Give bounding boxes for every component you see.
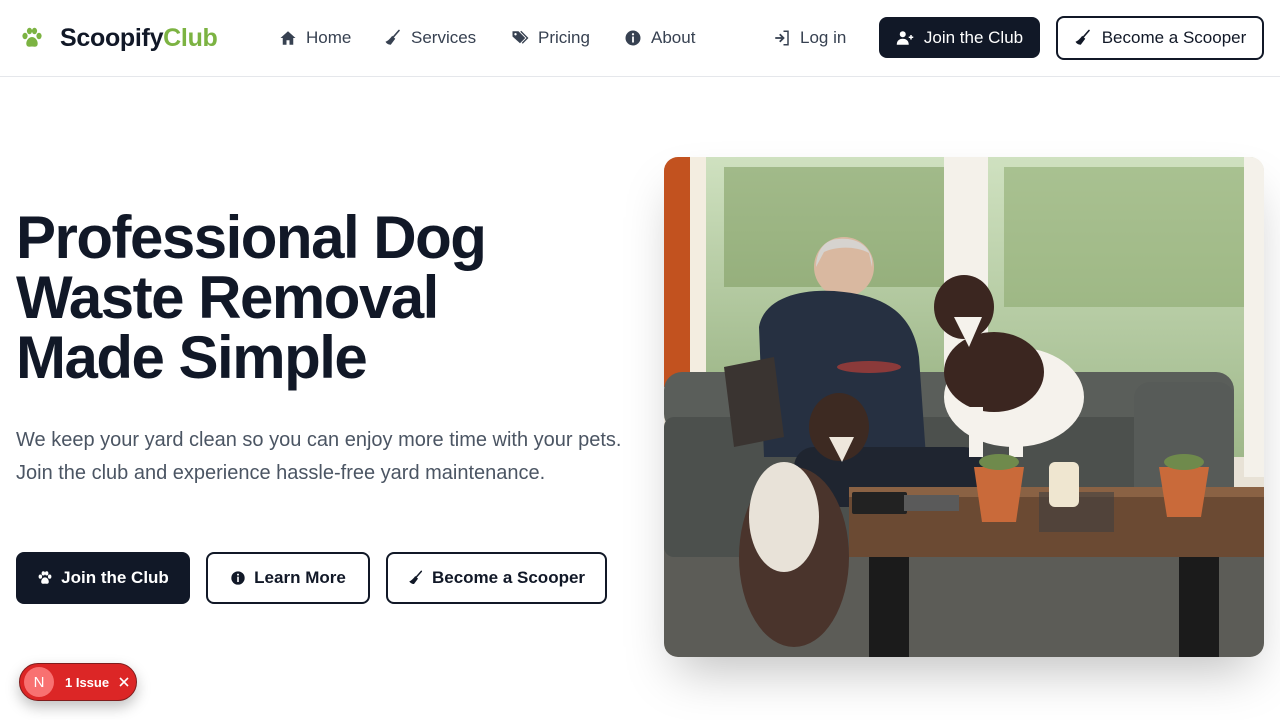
tags-icon [512,30,529,44]
nav-home-label: Home [306,28,352,47]
hero-title: Professional Dog Waste Removal Made Simp… [16,208,616,388]
broom-icon [409,570,423,584]
paw-icon [22,27,42,47]
hero-join-label: Join the Club [61,568,169,587]
become-scooper-button[interactable]: Become a Scooper [1056,16,1264,60]
nav-about-label: About [651,28,696,47]
brand-main: Scoopify [60,23,164,52]
paw-icon [38,571,52,584]
broom-icon [385,29,400,45]
nav-home[interactable]: Home [279,26,351,50]
logo[interactable]: ScoopifyClub [20,22,218,54]
nav-services[interactable]: Services [384,26,476,50]
hero-scooper-label: Become a Scooper [431,568,586,587]
become-scooper-label: Become a Scooper [1101,28,1247,47]
join-club-button[interactable]: Join the Club [879,17,1040,58]
login-label: Log in [800,28,847,47]
login-icon [775,30,789,46]
hero-scooper-button[interactable]: Become a Scooper [386,552,607,604]
close-icon[interactable] [118,676,130,688]
nav-pricing-label: Pricing [538,28,590,47]
next-logo-icon: N [24,667,54,697]
nav-pricing[interactable]: Pricing [511,26,590,50]
hero-title-line: Professional Dog [16,204,487,271]
hero-subtitle: We keep your yard clean so you can enjoy… [16,429,622,484]
site-header: ScoopifyClub Home Services Pricing About… [0,0,1280,77]
hero-title-line: Waste Removal [16,264,439,331]
broom-icon [1075,29,1090,45]
brand-name: ScoopifyClub [60,24,218,53]
learn-more-button[interactable]: Learn More [206,552,370,604]
issues-badge[interactable]: N 1 Issue [19,663,137,701]
login-link[interactable]: Log in [773,26,846,50]
join-club-label: Join the Club [923,27,1024,47]
next-logo-initial: N [33,673,45,691]
learn-more-label: Learn More [254,568,346,587]
user-plus-icon [896,30,914,45]
brand-accent: Club [163,23,218,52]
hero-photo-illustration [664,157,1264,657]
hero-title-line: Made Simple [16,324,368,391]
info-icon [625,30,641,46]
info-icon [231,571,245,585]
hero-image [664,157,1264,657]
home-icon [280,31,296,45]
hero-join-button[interactable]: Join the Club [16,552,190,604]
issues-count-label: 1 Issue [65,674,110,690]
nav-about[interactable]: About [624,26,695,50]
nav-services-label: Services [411,28,477,47]
